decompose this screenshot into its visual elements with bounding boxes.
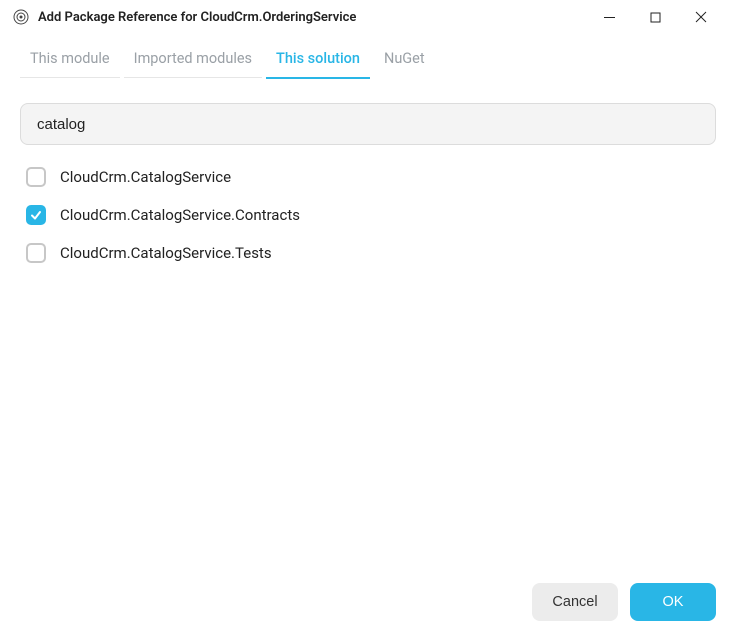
footer: Cancel OK — [0, 567, 736, 643]
tab-label: Imported modules — [134, 50, 252, 67]
checkbox[interactable] — [26, 167, 46, 187]
tabs: This module Imported modules This soluti… — [0, 34, 736, 79]
list-item[interactable]: CloudCrm.CatalogService.Contracts — [26, 205, 716, 225]
item-label: CloudCrm.CatalogService.Contracts — [60, 206, 300, 224]
minimize-button[interactable] — [586, 1, 632, 33]
maximize-button[interactable] — [632, 1, 678, 33]
item-label: CloudCrm.CatalogService.Tests — [60, 244, 272, 262]
results-list: CloudCrm.CatalogService CloudCrm.Catalog… — [20, 167, 716, 263]
app-icon — [12, 8, 30, 26]
tab-nuget[interactable]: NuGet — [374, 40, 435, 79]
checkbox[interactable] — [26, 243, 46, 263]
tab-label: NuGet — [384, 50, 425, 67]
tab-imported-modules[interactable]: Imported modules — [124, 40, 262, 79]
content-area: CloudCrm.CatalogService CloudCrm.Catalog… — [0, 79, 736, 567]
tab-label: This solution — [276, 50, 360, 67]
tab-this-solution[interactable]: This solution — [266, 40, 370, 79]
tab-this-module[interactable]: This module — [20, 40, 120, 79]
list-item[interactable]: CloudCrm.CatalogService.Tests — [26, 243, 716, 263]
window-title: Add Package Reference for CloudCrm.Order… — [38, 10, 586, 25]
list-item[interactable]: CloudCrm.CatalogService — [26, 167, 716, 187]
item-label: CloudCrm.CatalogService — [60, 168, 231, 186]
window-controls — [586, 1, 724, 33]
close-button[interactable] — [678, 1, 724, 33]
search-input[interactable] — [20, 103, 716, 145]
ok-button[interactable]: OK — [630, 583, 716, 621]
cancel-button[interactable]: Cancel — [532, 583, 618, 621]
tab-label: This module — [30, 50, 110, 67]
title-bar: Add Package Reference for CloudCrm.Order… — [0, 0, 736, 34]
checkbox[interactable] — [26, 205, 46, 225]
